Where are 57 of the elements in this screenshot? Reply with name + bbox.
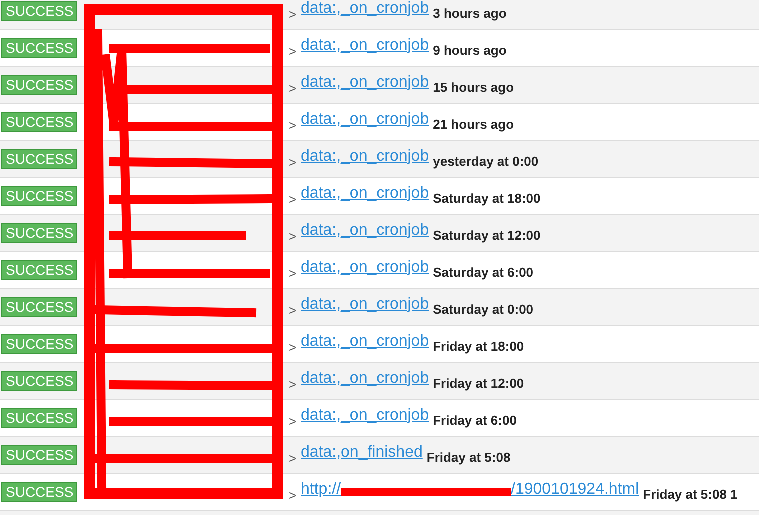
trigger-link[interactable]: data:,_on_cronjob bbox=[301, 0, 430, 18]
trigger-link[interactable]: data:,_on_cronjob bbox=[301, 259, 430, 277]
separator-glyph: > bbox=[289, 302, 298, 318]
trigger-link[interactable]: data:,_on_cronjob bbox=[301, 185, 430, 203]
url-link[interactable]: /1900101924.html bbox=[511, 481, 640, 499]
time-label: Friday at 6:00 bbox=[433, 412, 517, 428]
trigger-link[interactable]: data:,_on_cronjob bbox=[301, 222, 430, 240]
trigger-link[interactable]: data:,_on_cronjob bbox=[301, 37, 430, 55]
status-badge: SUCCESS bbox=[1, 112, 77, 132]
status-badge: SUCCESS bbox=[1, 223, 77, 243]
trigger-link[interactable]: data:,_on_cronjob bbox=[301, 407, 430, 425]
status-badge: SUCCESS bbox=[1, 149, 77, 169]
status-badge: SUCCESS bbox=[1, 482, 77, 502]
separator-glyph: > bbox=[289, 414, 298, 428]
separator-glyph: > bbox=[289, 192, 298, 206]
url-link[interactable]: http:// bbox=[301, 481, 342, 499]
separator-glyph: > bbox=[289, 118, 298, 132]
status-badge: SUCCESS bbox=[1, 186, 77, 206]
trigger-link[interactable]: data:,_on_cronjob bbox=[301, 111, 430, 129]
status-badge: SUCCESS bbox=[1, 75, 77, 95]
separator-glyph: > bbox=[289, 376, 298, 392]
trigger-link[interactable]: data:,_on_cronjob bbox=[301, 370, 430, 388]
time-label: 15 hours ago bbox=[433, 80, 514, 94]
time-label: Saturday at 6:00 bbox=[433, 264, 534, 280]
separator-glyph: > bbox=[289, 340, 298, 354]
status-badge: SUCCESS bbox=[1, 371, 77, 391]
time-label: 3 hours ago bbox=[433, 6, 507, 20]
time-label: Friday at 5:08 1 bbox=[643, 486, 738, 502]
separator-glyph: > bbox=[289, 6, 298, 22]
time-label: Friday at 18:00 bbox=[433, 338, 524, 354]
status-badge: SUCCESS bbox=[1, 334, 77, 354]
time-label: Saturday at 0:00 bbox=[433, 302, 534, 316]
time-label: Saturday at 12:00 bbox=[433, 228, 541, 242]
time-label: 9 hours ago bbox=[433, 42, 507, 58]
trigger-link[interactable]: data:,_on_cronjob bbox=[301, 148, 430, 166]
time-label: Friday at 12:00 bbox=[433, 376, 524, 390]
separator-glyph: > bbox=[289, 44, 298, 58]
status-badge: SUCCESS bbox=[1, 1, 77, 21]
time-label: yesterday at 0:00 bbox=[433, 154, 539, 168]
time-label: Saturday at 18:00 bbox=[433, 190, 541, 206]
separator-glyph: > bbox=[289, 488, 298, 502]
status-badge: SUCCESS bbox=[1, 408, 77, 428]
status-badge: SUCCESS bbox=[1, 260, 77, 280]
time-label: 21 hours ago bbox=[433, 116, 514, 132]
separator-glyph: > bbox=[289, 154, 298, 170]
status-badge: SUCCESS bbox=[1, 297, 77, 317]
separator-glyph: > bbox=[289, 266, 298, 280]
trigger-link[interactable]: data:,_on_cronjob bbox=[301, 333, 430, 351]
trigger-link[interactable]: data:,_on_cronjob bbox=[301, 296, 430, 314]
status-badge: SUCCESS bbox=[1, 38, 77, 58]
separator-glyph: > bbox=[289, 80, 298, 96]
status-badge: SUCCESS bbox=[1, 445, 77, 465]
time-label: Friday at 5:08 bbox=[426, 450, 511, 464]
separator-glyph: > bbox=[289, 450, 298, 466]
trigger-link[interactable]: data:,_on_cronjob bbox=[301, 74, 430, 92]
trigger-link[interactable]: data:,on_finished bbox=[301, 444, 423, 462]
separator-glyph: > bbox=[289, 228, 298, 244]
